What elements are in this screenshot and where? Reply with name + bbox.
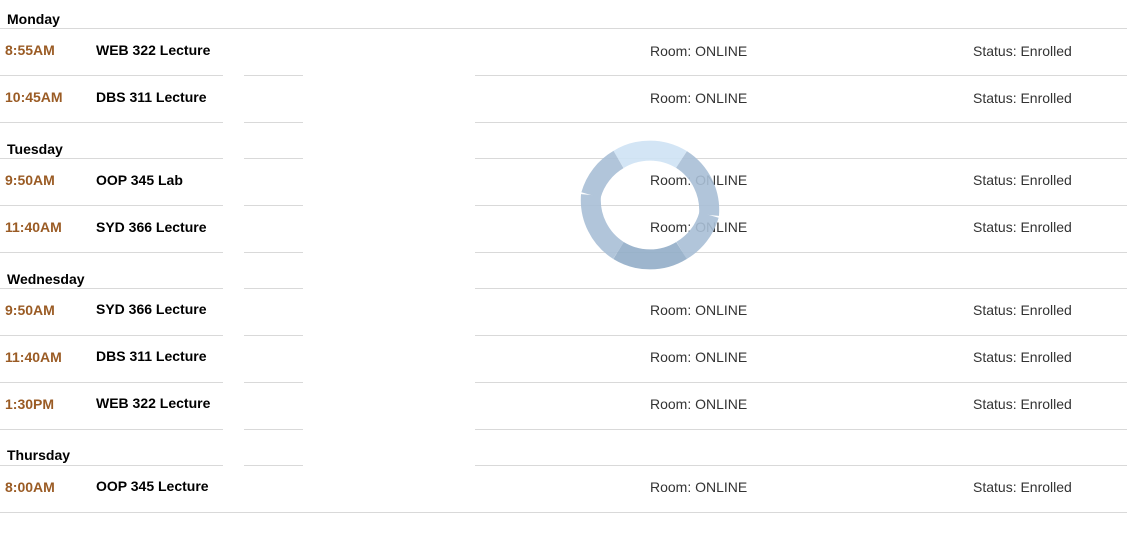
class-course: SYD 366 Lecture <box>96 219 207 235</box>
day-header-thursday: Thursday <box>7 447 71 463</box>
class-status: Status: Enrolled <box>973 219 1072 235</box>
class-status: Status: Enrolled <box>973 349 1072 365</box>
class-status: Status: Enrolled <box>973 302 1072 318</box>
divider <box>0 382 223 383</box>
class-course: DBS 311 Lecture <box>96 89 207 105</box>
day-header-monday: Monday <box>7 11 60 27</box>
divider <box>0 205 223 206</box>
class-room: Room: ONLINE <box>650 90 748 106</box>
divider <box>244 382 303 383</box>
loading-spinner-icon <box>580 140 720 270</box>
class-status: Status: Enrolled <box>973 90 1072 106</box>
divider <box>0 252 223 253</box>
divider <box>244 465 303 466</box>
divider <box>475 158 1127 159</box>
class-time: 1:30PM <box>5 396 55 412</box>
class-course: OOP 345 Lab <box>96 172 183 188</box>
class-course: SYD 366 Lecture <box>96 301 207 317</box>
divider <box>0 28 1127 29</box>
divider <box>244 429 303 430</box>
class-room: Room: ONLINE <box>650 302 748 318</box>
divider <box>244 158 303 159</box>
class-time: 9:50AM <box>5 172 55 188</box>
class-course: WEB 322 Lecture <box>96 395 211 411</box>
divider <box>475 335 1127 336</box>
divider <box>475 382 1127 383</box>
divider <box>475 75 1127 76</box>
divider <box>0 465 223 466</box>
divider <box>244 122 303 123</box>
class-status: Status: Enrolled <box>973 172 1072 188</box>
class-time: 11:40AM <box>5 219 62 235</box>
class-course: OOP 345 Lecture <box>96 478 209 494</box>
class-room: Room: ONLINE <box>650 396 748 412</box>
divider <box>0 75 223 76</box>
divider <box>244 75 303 76</box>
divider <box>475 205 1127 206</box>
divider <box>475 465 1127 466</box>
class-time: 10:45AM <box>5 89 63 105</box>
divider <box>475 252 1127 253</box>
class-time: 9:50AM <box>5 302 55 318</box>
divider <box>475 288 1127 289</box>
class-room: Room: ONLINE <box>650 479 748 495</box>
class-room: Room: ONLINE <box>650 349 748 365</box>
divider <box>244 335 303 336</box>
day-header-tuesday: Tuesday <box>7 141 63 157</box>
divider <box>0 122 223 123</box>
divider <box>244 252 303 253</box>
class-room: Room: ONLINE <box>650 43 748 59</box>
divider <box>0 158 223 159</box>
class-course: WEB 322 Lecture <box>96 42 211 58</box>
divider <box>475 122 1127 123</box>
divider <box>244 288 303 289</box>
divider <box>0 429 223 430</box>
class-status: Status: Enrolled <box>973 396 1072 412</box>
divider <box>475 429 1127 430</box>
class-schedule: Monday 8:55AM WEB 322 Lecture Room: ONLI… <box>0 0 1127 538</box>
class-course: DBS 311 Lecture <box>96 348 207 364</box>
divider <box>244 205 303 206</box>
class-status: Status: Enrolled <box>973 479 1072 495</box>
divider <box>0 512 1127 513</box>
class-time: 11:40AM <box>5 349 62 365</box>
class-status: Status: Enrolled <box>973 43 1072 59</box>
divider <box>0 335 223 336</box>
divider <box>0 288 223 289</box>
day-header-wednesday: Wednesday <box>7 271 85 287</box>
class-time: 8:55AM <box>5 42 55 58</box>
class-time: 8:00AM <box>5 479 55 495</box>
